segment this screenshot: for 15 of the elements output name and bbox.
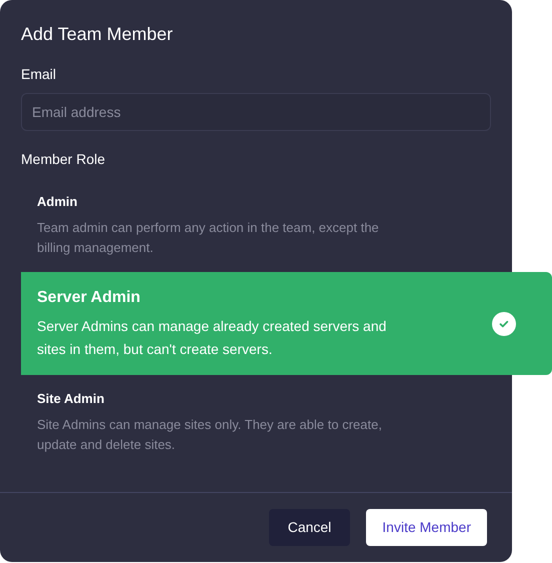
role-description: Team admin can perform any action in the team, except the billing management.: [37, 219, 380, 257]
check-icon: [492, 312, 516, 336]
cancel-button[interactable]: Cancel: [268, 509, 350, 546]
field-label: Email: [21, 65, 58, 84]
email-field[interactable]: Email address: [21, 93, 491, 131]
role-option[interactable]: Admin Team admin can perform any action in the team, except the billing management.: [21, 180, 491, 270]
role-description: Server Admins can manage already created servers and sites in them, but can't create servers.: [37, 317, 388, 359]
role-title: Server Admin: [37, 288, 142, 308]
role-title: Site Admin: [37, 390, 106, 408]
dialog-title: Add Team Member: [21, 23, 174, 46]
role-description: Site Admins can manage sites only. They are able to create, update and delete sites.: [37, 416, 383, 454]
field-label: Member Role: [21, 150, 106, 169]
invite-button[interactable]: Invite Member: [366, 509, 487, 546]
role-option[interactable]: Site Admin Site Admins can manage sites only. They are able to create, update and delete sites.: [21, 377, 491, 467]
role-title: Admin: [37, 193, 78, 211]
